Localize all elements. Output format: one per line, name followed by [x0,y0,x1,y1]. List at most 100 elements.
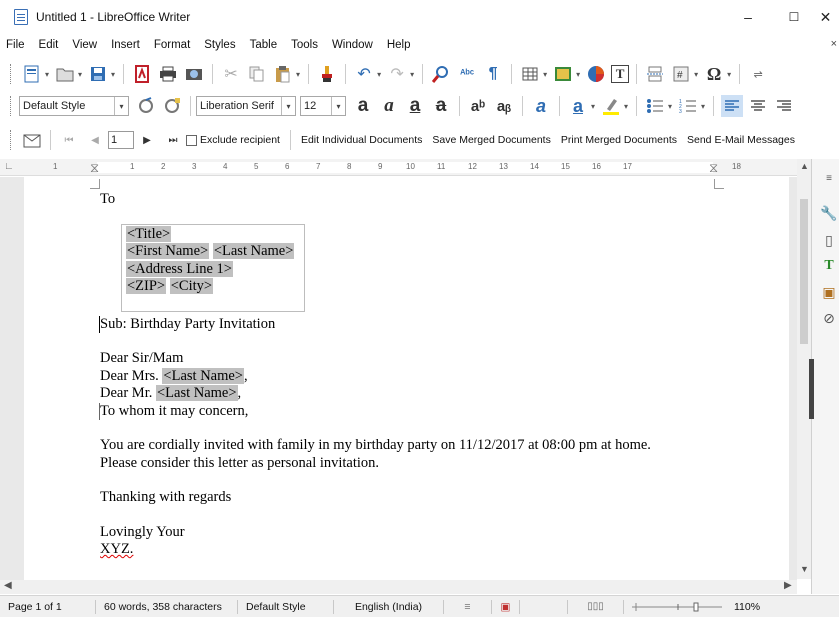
insert-chart-icon[interactable] [585,63,607,85]
exclude-recipient-checkbox[interactable] [186,134,197,146]
chevron-down-icon[interactable]: ▾ [624,102,628,111]
menu-help[interactable]: Help [380,39,418,51]
align-right-icon[interactable] [773,95,795,117]
toolbar-grip[interactable] [10,96,13,116]
zoom-level[interactable]: 110% [730,600,764,614]
subscript-icon[interactable]: aᵦ [493,95,515,117]
align-left-icon[interactable] [721,95,744,117]
last-name-field[interactable]: <Last Name> [212,243,295,259]
chevron-down-icon[interactable]: ▾ [543,70,547,79]
vertical-scroll-thumb[interactable] [800,199,808,344]
toolbar-grip[interactable] [10,64,13,84]
right-indent-marker-icon[interactable]: ⧖ [709,160,718,176]
chevron-down-icon[interactable]: ▾ [111,70,115,79]
horizontal-ruler[interactable]: ∟ ⧖ ⧖ 1 1 2 3 4 5 6 7 8 9 10 11 12 13 14… [0,159,797,176]
chevron-down-icon[interactable]: ▾ [377,70,381,79]
minimize-button[interactable]: – [725,0,771,34]
save-icon[interactable] [87,63,109,85]
scroll-down-icon[interactable]: ▼ [800,564,809,574]
chevron-down-icon[interactable]: ▾ [727,70,731,79]
strikethrough-icon[interactable]: a [430,95,452,117]
record-number-input[interactable]: 1 [108,131,134,149]
font-color-icon[interactable]: a [567,95,589,117]
font-name-combo[interactable]: Liberation Serif ▾ [196,96,296,116]
undo-icon[interactable]: ↶ [353,63,375,85]
superscript-icon[interactable]: aᵇ [467,95,489,117]
chevron-down-icon[interactable]: ▾ [410,70,414,79]
numbered-list-icon[interactable]: 123 [677,95,699,117]
toolbar-grip[interactable] [10,130,13,150]
italic-icon[interactable]: a [378,95,400,117]
chevron-down-icon[interactable]: ▾ [668,102,672,111]
redo-icon[interactable]: ↷ [386,63,408,85]
font-size-combo[interactable]: 12 ▾ [300,96,346,116]
city-field[interactable]: <City> [169,278,214,294]
scroll-up-icon[interactable]: ▲ [800,161,809,171]
clear-formatting-icon[interactable]: a [530,95,552,117]
menu-table[interactable]: Table [243,39,285,51]
sidebar-menu-icon[interactable]: ≡ [820,169,838,187]
open-folder-icon[interactable] [54,63,76,85]
gallery-icon[interactable]: ▣ [820,283,838,301]
page-style[interactable]: Default Style [238,599,334,614]
last-record-icon[interactable]: ⏭ [162,129,184,151]
menu-insert[interactable]: Insert [104,39,147,51]
zip-field[interactable]: <ZIP> [126,278,167,294]
print-icon[interactable] [157,63,179,85]
close-document-button[interactable]: × [831,38,837,50]
close-button[interactable]: ✕ [812,0,839,34]
cut-icon[interactable]: ✂ [220,63,242,85]
word-count[interactable]: 60 words, 358 characters [96,599,238,614]
paste-icon[interactable] [272,63,294,85]
previous-record-icon[interactable]: ◀ [84,129,106,151]
save-merged-documents-button[interactable]: Save Merged Documents [432,134,550,146]
address-line-field[interactable]: <Address Line 1> [126,260,233,277]
chevron-down-icon[interactable]: ▾ [78,70,82,79]
chevron-down-icon[interactable]: ▾ [694,70,698,79]
chevron-down-icon[interactable]: ▾ [114,97,128,115]
chevron-down-icon[interactable]: ▾ [701,102,705,111]
edit-individual-documents-button[interactable]: Edit Individual Documents [301,134,422,146]
scroll-left-icon[interactable]: ◀ [4,580,12,591]
last-name-field[interactable]: <Last Name> [155,385,238,401]
exclude-recipient-label[interactable]: Exclude recipient [200,134,280,146]
view-layout-icon[interactable]: ▯▯▯ [568,599,624,614]
first-name-field[interactable]: <First Name> [126,243,210,259]
bold-icon[interactable]: a [352,95,374,117]
menu-tools[interactable]: Tools [284,39,325,51]
first-record-icon[interactable]: ⏮ [58,129,80,151]
properties-icon[interactable]: 🔧 [820,204,838,222]
track-changes-icon[interactable]: ⇌ [747,63,769,85]
insert-text-box-icon[interactable]: T [611,65,630,83]
scroll-right-icon[interactable]: ▶ [784,580,792,591]
print-merged-documents-button[interactable]: Print Merged Documents [561,134,677,146]
document-modified-icon[interactable]: ▣ [492,599,520,614]
chevron-down-icon[interactable]: ▾ [281,97,295,115]
chevron-down-icon[interactable]: ▾ [296,70,300,79]
chevron-down-icon[interactable]: ▾ [45,70,49,79]
export-pdf-icon[interactable] [131,63,153,85]
insert-mode-icon[interactable]: ≡ [444,599,492,614]
new-document-icon[interactable] [21,63,43,85]
styles-icon[interactable]: T [820,257,838,275]
title-field[interactable]: <Title> [126,225,172,242]
print-preview-icon[interactable] [183,63,205,85]
document-text[interactable]: To <Title> <First Name> <Last Name> <Add… [99,191,780,559]
insert-special-character-icon[interactable]: Ω [703,63,725,85]
connect-data-source-icon[interactable] [21,129,43,151]
menu-window[interactable]: Window [325,39,380,51]
page-count[interactable]: Page 1 of 1 [0,599,96,614]
insert-field-icon[interactable]: # [670,63,692,85]
copy-icon[interactable] [246,63,268,85]
menu-view[interactable]: View [65,39,104,51]
zoom-slider[interactable] [624,600,730,614]
find-replace-icon[interactable] [430,63,452,85]
left-indent-marker-icon[interactable]: ⧖ [90,160,99,176]
horizontal-scrollbar[interactable]: ◀ ▶ [0,580,797,594]
tab-stop-selector-icon[interactable]: ∟ [4,161,14,172]
clone-formatting-icon[interactable] [316,63,338,85]
menu-styles[interactable]: Styles [197,39,242,51]
new-style-icon[interactable] [161,95,183,117]
highlight-color-icon[interactable] [600,95,622,117]
menu-format[interactable]: Format [147,39,197,51]
